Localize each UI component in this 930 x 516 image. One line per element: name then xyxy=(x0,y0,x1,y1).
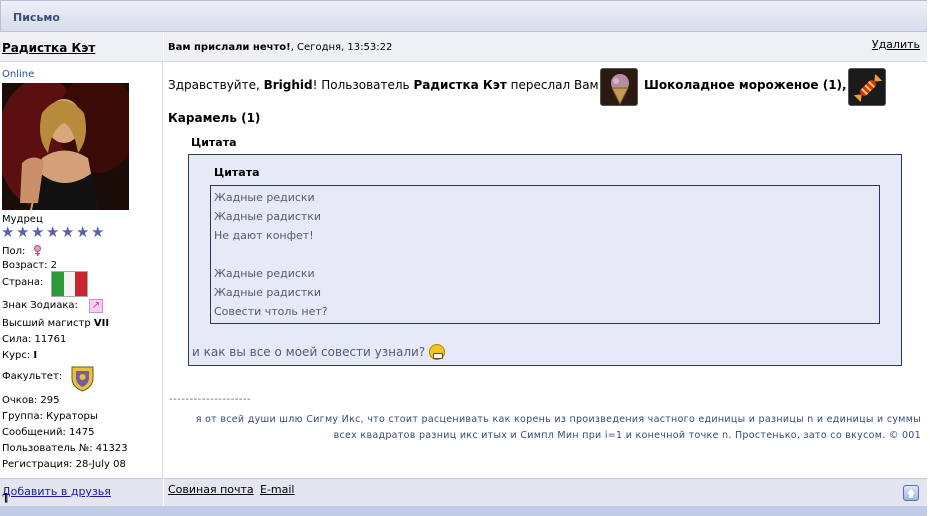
quote-line: Жадные редиски xyxy=(214,191,315,204)
left-footer: [ Добавить в друзья ] xyxy=(0,478,163,506)
add-friend-link[interactable]: Добавить в друзья xyxy=(2,485,111,498)
quote-line: Совести чтоль нет? xyxy=(214,305,328,318)
author-title: Высший магистр VII xyxy=(2,318,109,329)
sender-name: Радистка Кэт xyxy=(413,78,507,92)
signature-text: я от всей души шлю Сигму Икс, что стоит … xyxy=(195,414,921,441)
message-panel: Вам прислали нечто!, Сегодня, 13:53:22 У… xyxy=(164,32,927,478)
author-user-number: Пользователь №: 41323 xyxy=(2,443,128,454)
reply-text: и как вы все о моей совести узнали? xyxy=(192,345,426,359)
quote-line: Не дают конфет! xyxy=(214,229,314,242)
ice-cream-icon xyxy=(600,68,638,106)
italy-flag-icon xyxy=(51,271,88,297)
star-icon: ★ xyxy=(16,223,30,241)
gift-caramel: Карамель (1) xyxy=(168,111,261,125)
author-messages: Сообщений: 1475 xyxy=(2,427,95,438)
quote-label-inner: Цитата xyxy=(214,166,260,179)
message-subject-line: Вам прислали нечто!, Сегодня, 13:53:22 xyxy=(168,42,392,53)
quote-line: Жадные радистки xyxy=(214,210,322,223)
author-age: Возраст: 2 xyxy=(2,260,58,271)
window-titlebar: Письмо xyxy=(0,0,927,32)
message-header: Вам прислали нечто!, Сегодня, 13:53:22 У… xyxy=(164,32,927,62)
gender-label: Пол: xyxy=(2,246,26,257)
quote-block: Цитата Жадные редиски Жадные радистки Не… xyxy=(188,154,902,366)
gender-row: Пол: xyxy=(2,245,42,257)
message-frame: Радистка Кэт Online Мудрец ★ ★ ★ ★ ★ ★ ★ xyxy=(0,32,927,506)
quote-line: Жадные радистки xyxy=(214,286,322,299)
greeting-text: Здравствуйте, xyxy=(168,78,260,92)
faculty-crest-icon xyxy=(68,363,97,392)
author-registered: Регистрация: 28-July 08 xyxy=(2,459,126,470)
gift-ice-cream: Шоколадное мороженое (1), xyxy=(644,78,847,92)
zodiac-label: Знак Зодиака: xyxy=(2,300,78,311)
star-icon: ★ xyxy=(1,223,15,241)
scroll-up-icon[interactable] xyxy=(903,485,919,501)
author-group: Группа: Кураторы xyxy=(2,411,98,422)
email-link[interactable]: E-mail xyxy=(260,483,295,496)
message-subject: Вам прислали нечто! xyxy=(168,42,291,53)
nested-quote: Жадные редиски Жадные радистки Не дают к… xyxy=(210,185,880,324)
rank-stars: ★ ★ ★ ★ ★ ★ ★ xyxy=(1,223,105,241)
avatar[interactable] xyxy=(2,83,129,210)
author-points: Очков: 295 xyxy=(2,395,60,406)
zodiac-sagittarius-icon: ↗ xyxy=(89,299,103,313)
message-footer: Совиная почта E-mail xyxy=(164,478,927,506)
country-label: Страна: xyxy=(2,277,44,288)
author-panel: Радистка Кэт Online Мудрец ★ ★ ★ ★ ★ ★ ★ xyxy=(0,32,163,478)
signature-separator: -------------------- xyxy=(169,394,252,405)
greeting-line: Здравствуйте, Brighid! Пользователь Ради… xyxy=(168,78,599,92)
message-date: , Сегодня, 13:53:22 xyxy=(290,42,393,53)
add-friend-wrapper: [ Добавить в друзья ] xyxy=(2,485,111,504)
author-name-link[interactable]: Радистка Кэт xyxy=(2,41,95,55)
reply-line: и как вы все о моей совести узнали? xyxy=(192,344,446,360)
window-title: Письмо xyxy=(13,11,60,24)
online-status: Online xyxy=(2,69,35,80)
course-label: Курс: xyxy=(2,350,31,361)
author-strength: Сила: 11761 xyxy=(2,334,67,345)
recipient-name: Brighid xyxy=(263,78,313,92)
quote-line: Жадные редиски xyxy=(214,267,315,280)
star-icon: ★ xyxy=(91,223,105,241)
bottom-strip xyxy=(0,506,927,516)
author-header: Радистка Кэт xyxy=(0,32,163,62)
title-level: VII xyxy=(93,318,110,329)
course-value: I xyxy=(33,350,38,361)
greeting-text-3: переслал Вам xyxy=(510,78,599,92)
star-icon: ★ xyxy=(76,223,90,241)
star-icon: ★ xyxy=(46,223,60,241)
star-icon: ★ xyxy=(61,223,75,241)
faculty-label: Факультет: xyxy=(2,371,63,382)
greeting-text-2: ! Пользователь xyxy=(312,78,410,92)
gender-female-icon xyxy=(33,245,42,256)
grin-smiley-icon xyxy=(429,344,446,360)
bracket-close: ] xyxy=(4,491,9,504)
course-row: Курс: I xyxy=(2,350,37,361)
candy-icon xyxy=(848,68,886,106)
delete-link[interactable]: Удалить xyxy=(872,38,920,51)
quote-label-outer: Цитата xyxy=(191,136,237,149)
owl-mail-link[interactable]: Совиная почта xyxy=(168,483,254,496)
star-icon: ★ xyxy=(31,223,45,241)
title-prefix: Высший магистр xyxy=(2,318,91,329)
